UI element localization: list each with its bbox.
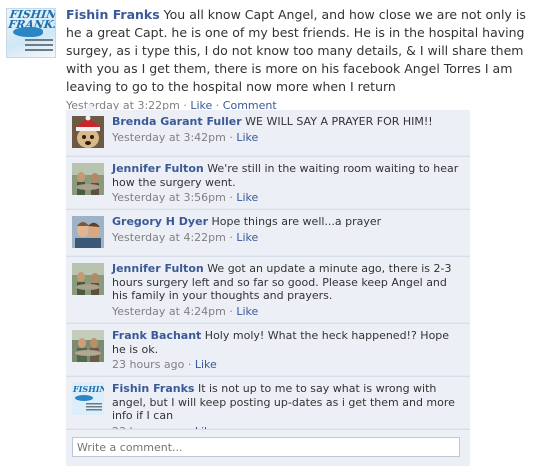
comment-item: Frank Bachant Holy moly! What the heck h…	[66, 324, 470, 376]
comment-timestamp[interactable]: Yesterday at 3:56pm	[112, 191, 226, 204]
comment-message: Frank Bachant Holy moly! What the heck h…	[112, 329, 462, 356]
comment-author-link[interactable]: Brenda Garant Fuller	[112, 115, 242, 128]
comment-like-link[interactable]: Like	[236, 305, 258, 318]
couple-photo-icon	[72, 216, 104, 248]
post-message: Fishin Franks You all know Capt Angel, a…	[66, 6, 528, 96]
comment-item: FISHIN Fishin Franks It is not up to me …	[66, 377, 470, 438]
meta-separator: ·	[229, 230, 233, 244]
comment-timestamp[interactable]: 23 hours ago	[112, 358, 184, 371]
comment-text: WE WILL SAY A PRAYER FOR HIM!!	[241, 115, 433, 128]
comment-timestamp[interactable]: Yesterday at 4:24pm	[112, 305, 226, 318]
comments-section: Brenda Garant Fuller WE WILL SAY A PRAYE…	[66, 104, 470, 468]
comment-body: Gregory H Dyer Hope things are well...a …	[112, 215, 462, 244]
logo-text-lines	[25, 39, 53, 54]
avatar[interactable]	[72, 216, 104, 248]
comment-author-link[interactable]: Jennifer Fulton	[112, 262, 204, 275]
meta-separator: ·	[229, 191, 233, 204]
meta-separator: ·	[229, 130, 233, 144]
comment-author-link[interactable]: Jennifer Fulton	[112, 162, 204, 175]
meta-separator: ·	[229, 304, 233, 318]
comment-author-link[interactable]: Gregory H Dyer	[112, 215, 208, 228]
comment-body: Frank Bachant Holy moly! What the heck h…	[112, 329, 462, 371]
write-comment-box	[66, 430, 470, 466]
comment-timestamp[interactable]: Yesterday at 4:22pm	[112, 231, 226, 244]
fishing-photo-icon	[72, 330, 104, 362]
comment-body: Jennifer Fulton We're still in the waiti…	[112, 162, 462, 204]
comment-message: Gregory H Dyer Hope things are well...a …	[112, 215, 462, 229]
comment-meta: Yesterday at 4:22pm · Like	[112, 231, 462, 244]
avatar[interactable]	[72, 263, 104, 295]
avatar[interactable]: FISHIN	[72, 383, 104, 415]
write-comment-input[interactable]	[72, 437, 460, 457]
meta-separator: ·	[187, 358, 192, 371]
fishing-photo-icon	[72, 263, 104, 295]
comment-body: Brenda Garant Fuller WE WILL SAY A PRAYE…	[112, 115, 462, 144]
comment-like-link[interactable]: Like	[195, 358, 217, 371]
comment-message: Jennifer Fulton We got an update a minut…	[112, 262, 462, 303]
post-body: Fishin Franks You all know Capt Angel, a…	[66, 6, 528, 112]
comment-message: Fishin Franks It is not up to me to say …	[112, 382, 462, 423]
avatar[interactable]	[72, 330, 104, 362]
comment-item: Brenda Garant Fuller WE WILL SAY A PRAYE…	[66, 110, 470, 156]
avatar[interactable]	[72, 116, 104, 148]
dog-santa-hat-photo-icon	[72, 116, 104, 148]
comment-meta: Yesterday at 4:24pm · Like	[112, 305, 462, 318]
comment-text: Hope things are well...a prayer	[208, 215, 382, 228]
comment-timestamp[interactable]: Yesterday at 3:42pm	[112, 131, 226, 144]
fishing-photo-icon	[72, 163, 104, 195]
comment-meta: Yesterday at 3:56pm · Like	[112, 191, 462, 204]
svg-text:FISHIN: FISHIN	[72, 384, 104, 394]
comment-author-link[interactable]: Frank Bachant	[112, 329, 201, 342]
comment-body: Jennifer Fulton We got an update a minut…	[112, 262, 462, 318]
fishin-franks-logo-icon: FISHIN	[72, 383, 104, 415]
comment-like-link[interactable]: Like	[236, 131, 258, 144]
comment-meta: Yesterday at 3:42pm · Like	[112, 131, 462, 144]
comment-author-link[interactable]: Fishin Franks	[112, 382, 194, 395]
comment-message: Brenda Garant Fuller WE WILL SAY A PRAYE…	[112, 115, 462, 129]
post-author-link[interactable]: Fishin Franks	[66, 7, 160, 22]
comment-item: Jennifer Fulton We got an update a minut…	[66, 257, 470, 323]
avatar[interactable]	[72, 163, 104, 195]
comment-like-link[interactable]: Like	[236, 231, 258, 244]
fishin-franks-logo-avatar[interactable]: FISHIN FRANKS	[6, 8, 56, 58]
comment-like-link[interactable]: Like	[236, 191, 258, 204]
fish-icon	[13, 27, 43, 37]
comment-meta: 23 hours ago · Like	[112, 358, 462, 371]
comment-item: Gregory H Dyer Hope things are well...a …	[66, 210, 470, 256]
comment-item: Jennifer Fulton We're still in the waiti…	[66, 157, 470, 209]
comment-message: Jennifer Fulton We're still in the waiti…	[112, 162, 462, 189]
